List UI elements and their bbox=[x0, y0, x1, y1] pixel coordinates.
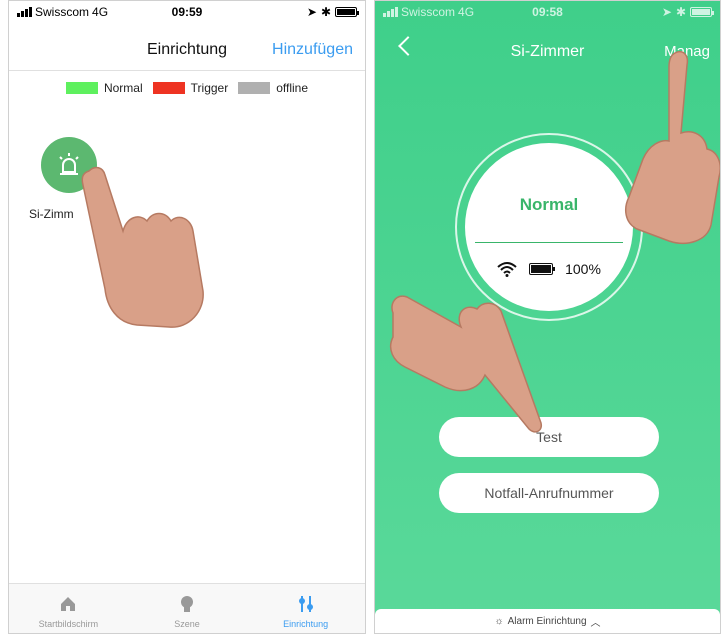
battery-icon bbox=[335, 7, 359, 17]
device-label: Si-Zimm bbox=[29, 207, 74, 221]
status-bar: Swisscom 4G 09:58 ➤ ✱ bbox=[375, 1, 720, 23]
device-status: Normal bbox=[519, 195, 579, 214]
alarm-settings-bar[interactable]: ☼ Alarm Einrichtung ︿ bbox=[375, 609, 720, 633]
sun-icon: ☼ bbox=[494, 615, 504, 627]
alarm-settings-label: Alarm Einrichtung bbox=[507, 615, 587, 627]
bulb-icon bbox=[181, 596, 193, 612]
home-icon bbox=[61, 597, 76, 611]
nav-bar: Einrichtung Hinzufügen bbox=[9, 23, 365, 71]
device-battery-icon bbox=[529, 263, 556, 275]
battery-icon bbox=[690, 7, 714, 17]
legend-trigger: Trigger bbox=[152, 81, 228, 95]
status-bar: Swisscom 4G 09:59 ➤ ✱ bbox=[9, 1, 365, 23]
emergency-number-button[interactable]: Notfall-Anrufnummer bbox=[439, 473, 659, 513]
right-phone-screen: Swisscom 4G 09:58 ➤ ✱ Si-Zimmer Manag No… bbox=[374, 0, 721, 634]
legend-swatch-offline bbox=[238, 82, 271, 94]
location-icon: ➤ bbox=[661, 5, 672, 19]
bluetooth-icon: ✱ bbox=[675, 5, 686, 19]
location-icon: ➤ bbox=[306, 5, 317, 19]
tab-startbildschirm[interactable]: Startbildschirm bbox=[9, 584, 128, 633]
pointing-hand-icon bbox=[624, 51, 720, 245]
pointing-hand-icon bbox=[389, 295, 543, 433]
legend-normal: Normal bbox=[65, 81, 143, 95]
legend-swatch-normal bbox=[65, 82, 98, 94]
pointing-hand-icon bbox=[81, 166, 204, 328]
divider bbox=[475, 242, 623, 243]
tab-einrichtung[interactable]: Einrichtung bbox=[246, 584, 365, 633]
chevron-up-icon: ︿ bbox=[590, 617, 601, 629]
left-phone-screen: Swisscom 4G 09:59 ➤ ✱ Einrichtung Hinzuf… bbox=[8, 0, 366, 634]
status-legend: Normal Trigger offline bbox=[9, 81, 365, 95]
battery-level: 100% bbox=[565, 261, 601, 277]
add-button[interactable]: Hinzufügen bbox=[272, 41, 353, 59]
legend-offline: offline bbox=[238, 81, 308, 95]
sliders-icon bbox=[298, 596, 313, 612]
tab-szene[interactable]: Szene bbox=[128, 584, 247, 633]
legend-swatch-trigger bbox=[152, 82, 185, 94]
tab-bar: Startbildschirm Szene Einrichtung bbox=[9, 583, 365, 633]
wifi-icon bbox=[497, 262, 517, 277]
bluetooth-icon: ✱ bbox=[320, 5, 331, 19]
